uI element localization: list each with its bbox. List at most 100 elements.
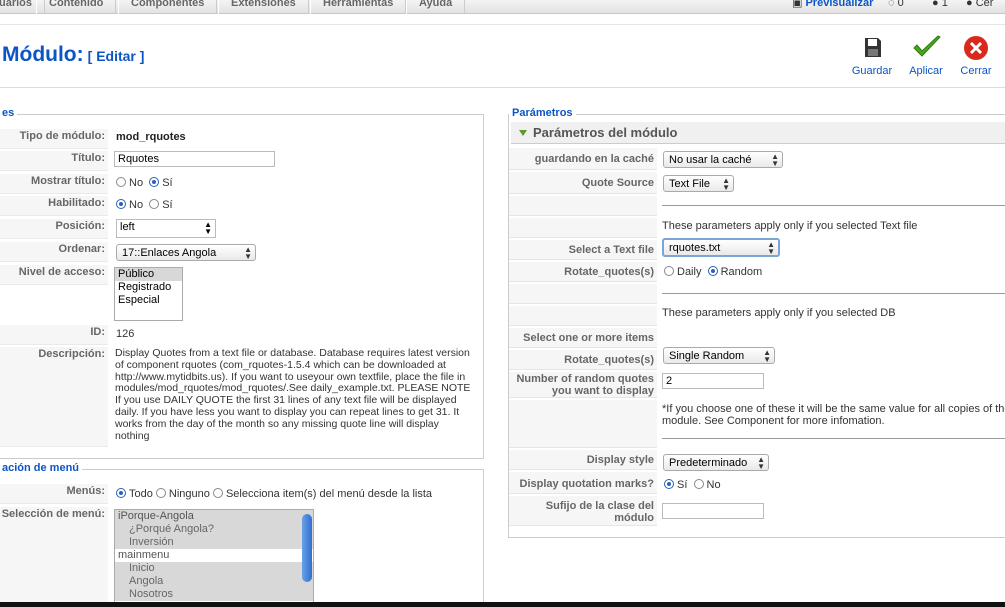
description-label: Descripción:: [0, 347, 108, 447]
user-icon: ●: [932, 0, 939, 9]
list-item[interactable]: ¿Porqué Angola?: [115, 523, 313, 536]
class-suffix-label: Sufijo de la clase del módulo: [509, 496, 657, 526]
page-subtitle: [ Editar ]: [87, 48, 145, 64]
menus-options: Todo Ninguno Selecciona item(s) del menú…: [116, 487, 432, 501]
spacer-cell: [509, 400, 657, 448]
close-button[interactable]: Cerrar: [950, 35, 1002, 77]
separator: [662, 205, 1005, 206]
parameters-fieldset: Parámetros Parámetros del módulo guardan…: [508, 107, 1005, 538]
logout-link[interactable]: ● Cer: [966, 0, 993, 11]
module-params-header[interactable]: Parámetros del módulo: [511, 122, 1005, 144]
title-input[interactable]: Rquotes: [114, 151, 275, 167]
dock-edge: [0, 602, 1005, 607]
id-label: ID:: [0, 325, 108, 345]
rotate-daily-radio[interactable]: [664, 266, 674, 276]
access-label: Nivel de acceso:: [0, 265, 108, 285]
expand-triangle-icon: [519, 130, 527, 136]
quotation-marks-options: Sí No: [664, 478, 721, 492]
enabled-options: No Sí: [116, 198, 173, 212]
spacer-cell: [509, 218, 657, 238]
toolbar: Módulo:[ Editar ] Guardar Aplicar Cerrar: [0, 24, 1005, 88]
menu-extensions[interactable]: Extensiones: [218, 0, 309, 14]
title-label: Título:: [0, 151, 108, 171]
preview-link[interactable]: ▣ Previsualizar: [792, 0, 873, 11]
list-item[interactable]: Nosotros: [115, 588, 313, 601]
cache-select[interactable]: No usar la caché ▲ ▼: [663, 151, 783, 168]
textfile-note: These parameters apply only if you selec…: [662, 220, 918, 232]
show-title-no-radio[interactable]: [116, 177, 126, 187]
position-label: Posición:: [0, 219, 108, 239]
spacer-cell: [509, 306, 657, 326]
menu-tools[interactable]: Herramientas: [310, 0, 407, 14]
spacer-cell: [509, 196, 657, 216]
access-option[interactable]: Registrado: [115, 281, 182, 294]
access-level-list[interactable]: Público Registrado Especial: [114, 267, 183, 321]
enabled-no-radio[interactable]: [116, 199, 126, 209]
order-select[interactable]: 17::Enlaces Angola ▲ ▼: [116, 244, 256, 261]
list-item[interactable]: Inicio: [115, 562, 313, 575]
parameters-legend: Parámetros: [509, 107, 576, 119]
show-title-label: Mostrar título:: [0, 174, 108, 194]
list-item[interactable]: mainmenu: [115, 549, 313, 562]
enabled-label: Habilitado:: [0, 196, 108, 216]
updown-arrow-icon: ▲ ▼: [763, 348, 771, 364]
marks-yes-radio[interactable]: [664, 479, 674, 489]
messages-count[interactable]: ◌ 0: [888, 0, 904, 11]
logout-icon: ●: [966, 0, 973, 9]
details-fieldset: es Tipo de módulo: mod_rquotes Título: R…: [0, 107, 484, 459]
display-style-select[interactable]: Predeterminado ▲ ▼: [663, 454, 769, 471]
menus-select-radio[interactable]: [212, 488, 223, 498]
show-title-yes-radio[interactable]: [149, 177, 160, 187]
cache-label: guardando en la caché: [509, 148, 657, 170]
list-item[interactable]: Inversión: [115, 536, 313, 549]
list-item[interactable]: iPorque-Angola: [115, 510, 313, 523]
db-note: These parameters apply only if you selec…: [662, 307, 896, 319]
quote-source-label: Quote Source: [509, 172, 657, 194]
details-legend: es: [0, 107, 18, 119]
updown-arrow-icon: ▲ ▼: [767, 240, 775, 256]
floppy-disk-icon: [865, 38, 881, 57]
position-combobox[interactable]: left ▲ ▼: [116, 219, 216, 238]
spacer-cell: [509, 284, 657, 304]
menus-all-radio[interactable]: [116, 488, 126, 498]
enabled-yes-radio[interactable]: [149, 199, 160, 209]
menus-label: Menús:: [0, 484, 108, 504]
menus-none-radio[interactable]: [155, 488, 166, 498]
access-option[interactable]: Especial: [115, 294, 182, 307]
rotate2-select[interactable]: Single Random ▲ ▼: [663, 347, 775, 364]
menu-content[interactable]: Contenido: [36, 0, 117, 14]
select-items-label: Select one or more items: [509, 328, 657, 348]
updown-arrow-icon: ▲ ▼: [757, 455, 765, 471]
separator: [662, 293, 1005, 294]
rotate-options: Daily Random: [664, 265, 762, 279]
menu-assignment-legend: ación de menú: [0, 462, 83, 474]
save-button[interactable]: Guardar: [846, 35, 898, 77]
updown-arrow-icon: ▲ ▼: [244, 245, 252, 261]
choose-note: *If you choose one of these it will be t…: [662, 403, 1005, 427]
num-quotes-input[interactable]: 2: [662, 373, 764, 389]
marks-no-radio[interactable]: [693, 479, 704, 489]
list-item[interactable]: Angola: [115, 575, 313, 588]
description-text: Display Quotes from a text file or datab…: [115, 347, 471, 442]
users-count[interactable]: ● 1: [932, 0, 948, 11]
textfile-select[interactable]: rquotes.txt ▲ ▼: [662, 238, 780, 257]
quote-source-select[interactable]: Text File ▲ ▼: [663, 175, 734, 192]
rotate-random-radio[interactable]: [707, 266, 718, 276]
chat-icon: ◌: [888, 0, 895, 9]
checkmark-icon: [913, 35, 941, 57]
menu-components[interactable]: Componentes: [118, 0, 218, 14]
apply-button[interactable]: Aplicar: [900, 35, 952, 77]
textfile-label: Select a Text file: [509, 240, 657, 260]
menu-help[interactable]: Ayuda: [406, 0, 466, 14]
menu-selection-list[interactable]: iPorque-Angola ¿Porqué Angola? Inversión…: [114, 509, 314, 605]
updown-arrow-icon: ▲ ▼: [722, 176, 730, 192]
menu-selection-label: Selección de menú:: [0, 507, 108, 607]
scrollbar-thumb[interactable]: [302, 514, 312, 582]
access-option[interactable]: Público: [115, 268, 182, 281]
rotate-label: Rotate_quotes(s): [509, 262, 657, 282]
main-menu-bar: uarios Contenido Componentes Extensiones…: [0, 0, 1005, 14]
quotation-marks-label: Display quotation marks?: [509, 472, 657, 494]
updown-arrow-icon: ▲ ▼: [771, 152, 779, 168]
module-type-value: mod_rquotes: [116, 131, 186, 143]
class-suffix-input[interactable]: [662, 503, 764, 519]
